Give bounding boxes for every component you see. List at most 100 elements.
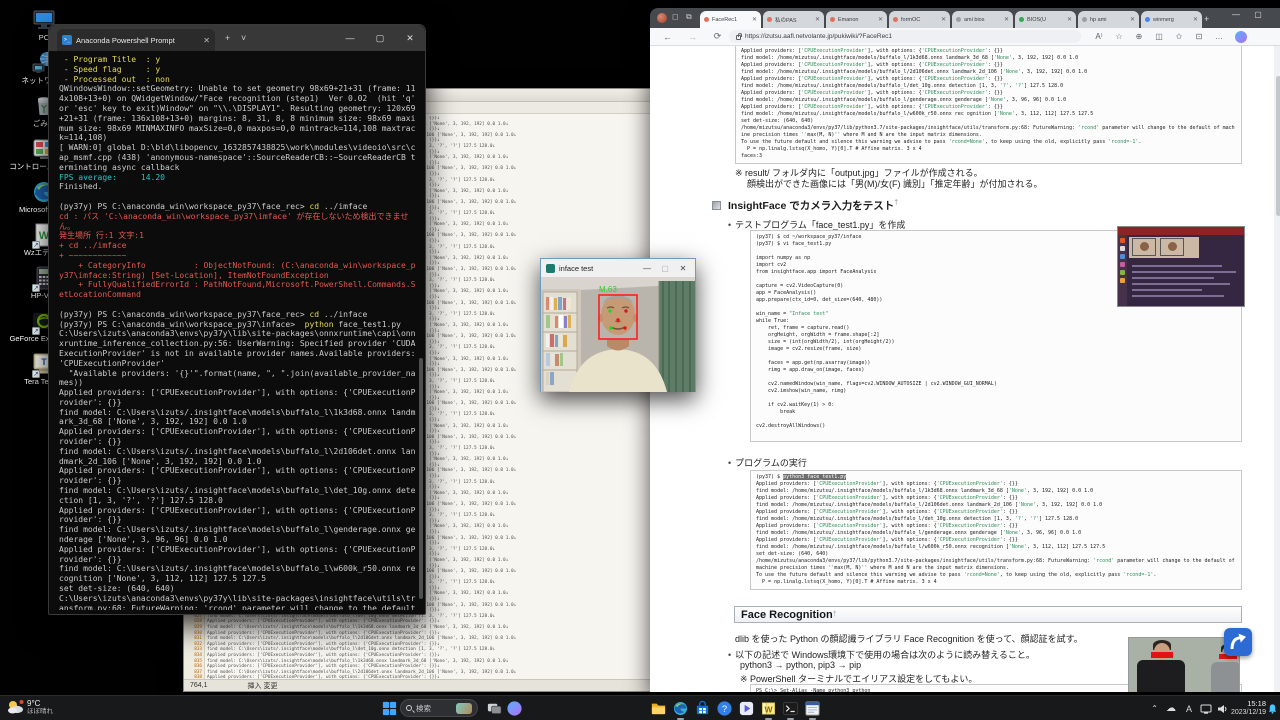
new-tab-button[interactable]: + <box>225 32 230 44</box>
tray-chevron-icon[interactable]: ⌃ <box>1151 696 1158 720</box>
notification-bell-icon[interactable] <box>1267 696 1278 720</box>
tab-close-icon[interactable]: ✕ <box>878 16 883 23</box>
section-heading-face-recognition: Face Recognition † <box>734 606 1242 623</box>
split-screen-icon[interactable]: ◫ <box>1149 32 1169 41</box>
taskbar-copilot-button[interactable] <box>506 700 523 717</box>
taskbar-clock[interactable]: 15:18 2023/12/19 <box>1231 699 1266 717</box>
screenshot-thumbnail-ubuntu[interactable] <box>1117 226 1245 307</box>
browser-window[interactable]: ◻ ⧉ FaceRec1✕私のPAS✕Emanon✕formOC✕ami bio… <box>650 8 1280 692</box>
webcam-window[interactable]: inface test — ▢ ✕ <box>540 258 696 392</box>
terminal-close-button[interactable]: ✕ <box>395 25 425 51</box>
tab-close-icon[interactable]: ✕ <box>941 16 946 23</box>
url-text[interactable]: https://izutsu.aafl.netvolante.jp/pukiwi… <box>745 33 892 40</box>
forward-button[interactable]: → <box>685 32 700 42</box>
page-top-button[interactable] <box>1224 628 1252 656</box>
shortcut-arrow-icon: ↗ <box>32 284 40 292</box>
ubuntu-dock <box>1118 235 1127 306</box>
thumbnail-face-2 <box>1160 238 1184 256</box>
browser-tab-7[interactable]: hp ami✕ <box>1078 11 1139 28</box>
page-scrollbar[interactable] <box>1274 46 1280 692</box>
profile-avatar[interactable] <box>657 13 667 23</box>
workspaces-icon[interactable]: ◻ <box>672 12 679 21</box>
shortcut-arrow-icon: ↗ <box>32 241 40 249</box>
ime-indicator[interactable]: A <box>1186 696 1192 720</box>
tab-label: formOC <box>901 17 938 23</box>
tab-actions-icon[interactable]: ⧉ <box>686 12 692 22</box>
onedrive-icon[interactable]: ☁ <box>1166 696 1176 720</box>
task-view-button[interactable] <box>486 700 503 717</box>
browser-tab-2[interactable]: 私のPAS✕ <box>763 11 824 28</box>
display-cast-icon[interactable] <box>1200 696 1212 720</box>
desktop: PCネットワークごみ箱コントロール パネルMicrosoft EdgeW↗Wzエ… <box>0 0 1280 720</box>
anchor-icon[interactable]: † <box>894 200 898 207</box>
address-bar[interactable]: https://izutsu.aafl.netvolante.jp/pukiwi… <box>729 30 1081 43</box>
browser-tab-1[interactable]: FaceRec1✕ <box>700 11 761 28</box>
terminal-minimize-button[interactable]: — <box>335 25 365 51</box>
taskbar-edge-browser-button[interactable] <box>672 700 689 717</box>
browser-tab-4[interactable]: formOC✕ <box>889 11 950 28</box>
browser-new-tab-button[interactable]: + <box>1204 14 1209 24</box>
taskbar-clipchamp-button[interactable] <box>738 700 755 717</box>
svg-text:T: T <box>41 357 47 367</box>
terminal-maximize-button[interactable]: ▢ <box>365 25 395 51</box>
settings-menu-icon[interactable]: … <box>1209 32 1229 41</box>
taskbar-search[interactable]: 検索 <box>400 699 478 717</box>
start-button[interactable] <box>381 700 398 717</box>
weather-condition: ほぼ晴れ <box>27 708 53 716</box>
volume-icon[interactable] <box>1216 696 1228 720</box>
browser-tab-5[interactable]: ami bios✕ <box>952 11 1013 28</box>
anchor-icon[interactable]: † <box>833 611 837 618</box>
browser-maximize-button[interactable]: ▢ <box>1248 10 1268 19</box>
webcam-minimize-button[interactable]: — <box>640 264 654 273</box>
favorites-bar-icon[interactable]: ✩ <box>1169 32 1189 41</box>
note-line-2: 顔検出ができた画像には「男(M)/女(F) 識別」「推定年齢」が付加される。 <box>747 177 1043 190</box>
execution-output-block: (py37) $ python3 face_test1.pyApplied pr… <box>750 470 1242 590</box>
terminal-scrollbar[interactable] <box>418 51 424 610</box>
weather-widget[interactable]: 9°C ほぼ晴れ <box>6 698 53 716</box>
browser-tab-6[interactable]: BIOS(U✕ <box>1015 11 1076 28</box>
favorites-icon[interactable]: ☆ <box>1109 32 1129 41</box>
tab-label: Emanon <box>838 17 875 23</box>
refresh-button[interactable]: ⟳ <box>710 31 725 42</box>
taskbar-text-editor-app-button[interactable] <box>804 700 821 717</box>
terminal-tab[interactable]: >_ Anaconda Powershell Prompt ✕ <box>57 29 215 51</box>
browser-tabstrip: ◻ ⧉ FaceRec1✕私のPAS✕Emanon✕formOC✕ami bio… <box>650 8 1280 28</box>
tab-dropdown-button[interactable]: ˅ <box>241 32 246 44</box>
webcam-maximize-button[interactable]: ▢ <box>658 264 672 273</box>
landmark-mouth-left <box>609 326 612 329</box>
collections-icon[interactable]: ⊕ <box>1129 32 1149 41</box>
browser-tab-3[interactable]: Emanon✕ <box>826 11 887 28</box>
taskbar-windows-terminal-button[interactable] <box>782 700 799 717</box>
weather-temperature: 9°C <box>27 699 53 708</box>
extensions-icon[interactable]: ⊡ <box>1189 32 1209 41</box>
tab-close-icon[interactable]: ✕ <box>1067 16 1072 23</box>
tab-close-icon[interactable]: ✕ <box>1004 16 1009 23</box>
tab-close-icon[interactable]: ✕ <box>752 16 757 23</box>
terminal-titlebar[interactable]: >_ Anaconda Powershell Prompt ✕ + ˅ — ▢ … <box>49 25 425 51</box>
taskbar-file-explorer-button[interactable] <box>650 700 667 717</box>
tab-close-icon[interactable]: ✕ <box>815 16 820 23</box>
copilot-icon[interactable] <box>1235 31 1247 43</box>
taskbar-winmerge-button[interactable]: W <box>760 700 777 717</box>
taskbar-microsoft-store-button[interactable] <box>694 700 711 717</box>
terminal-tab-close-icon[interactable]: ✕ <box>203 36 210 45</box>
thumbnail-window-titlebar <box>1118 227 1244 235</box>
webcam-titlebar[interactable]: inface test — ▢ ✕ <box>541 259 695 277</box>
console-output-block: Applied providers: ['CPUExecutionProvide… <box>735 46 1242 164</box>
browser-minimize-button[interactable]: — <box>1226 10 1246 19</box>
taskbar-get-help-button[interactable]: ? <box>716 700 733 717</box>
landmark-right-eye <box>624 309 627 312</box>
tab-label: 私のPAS <box>775 16 812 24</box>
browser-tab-8[interactable]: winmerg✕ <box>1141 11 1202 28</box>
back-button[interactable]: ← <box>660 32 675 42</box>
section-heading-insightface-camera: InsightFace でカメラ入力をテスト† <box>728 198 898 213</box>
heading-bullet-square <box>712 201 721 210</box>
tab-close-icon[interactable]: ✕ <box>1130 16 1135 23</box>
terminal-window[interactable]: >_ Anaconda Powershell Prompt ✕ + ˅ — ▢ … <box>48 24 426 615</box>
tab-favicon-icon <box>704 17 709 22</box>
read-aloud-icon[interactable]: A⁾ <box>1089 32 1109 41</box>
webcam-close-button[interactable]: ✕ <box>676 264 690 273</box>
tab-close-icon[interactable]: ✕ <box>1193 16 1198 23</box>
tab-favicon-icon <box>767 17 772 22</box>
tab-label: ami bios <box>964 17 1001 23</box>
